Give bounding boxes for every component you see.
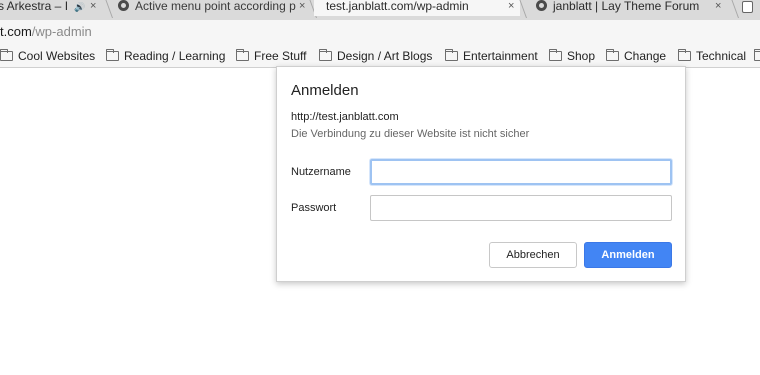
bookmark-free-stuff[interactable]: Free Stuff: [236, 49, 306, 63]
cancel-button[interactable]: Abbrechen: [489, 242, 577, 268]
bookmark-entertainment[interactable]: Entertainment: [445, 49, 538, 63]
bookmark-design-art-blogs[interactable]: Design / Art Blogs: [319, 49, 432, 63]
username-label: Nutzername: [291, 166, 351, 178]
bookmark-label: Shop: [567, 49, 596, 63]
password-label: Passwort: [291, 202, 337, 214]
tab-lay-theme-forum[interactable]: janblatt | Lay Theme Forum ×: [536, 0, 721, 16]
url-path: /wp-admin: [31, 24, 92, 39]
sign-in-button[interactable]: Anmelden: [584, 242, 672, 268]
url-text[interactable]: t.com/wp-admin: [0, 24, 92, 40]
bookmark-label: Cool Websites: [18, 49, 96, 63]
bookmark-shop[interactable]: Shop: [549, 49, 595, 63]
close-icon[interactable]: ×: [90, 0, 96, 13]
new-tab-icon[interactable]: [742, 1, 753, 13]
tab-title: test.janblatt.com/wp-admin: [326, 0, 469, 13]
tab-separator: [103, 0, 114, 18]
tab-separator: [729, 0, 740, 18]
folder-icon: [0, 49, 13, 61]
close-icon[interactable]: ×: [715, 0, 721, 13]
login-dialog: Anmelden http://test.janblatt.com Die Ve…: [276, 66, 686, 282]
folder-icon: [678, 49, 691, 61]
speaker-icon[interactable]: 🔊: [74, 2, 85, 12]
bookmark-label: Change: [624, 49, 667, 63]
tab-strip: s Arkestra – I 🔊 × Active menu point acc…: [0, 0, 760, 20]
bookmark-label: Reading / Learning: [124, 49, 226, 63]
bookmark-label: Free Stuff: [254, 49, 307, 63]
github-icon: [118, 0, 129, 11]
dialog-title: Anmelden: [291, 82, 359, 99]
tab-arkestra[interactable]: s Arkestra – I 🔊 ×: [0, 0, 96, 16]
folder-icon: [236, 49, 249, 61]
dialog-warning: Die Verbindung zu dieser Website ist nic…: [291, 128, 530, 140]
bookmark-label: Entertainment: [463, 49, 538, 63]
folder-icon: [445, 49, 458, 61]
tab-active-menu-point[interactable]: Active menu point according p ×: [118, 0, 305, 16]
username-field[interactable]: [370, 159, 672, 185]
bookmark-label: Technical: [696, 49, 747, 63]
bookmarks-bar: Cool Websites Reading / Learning Free St…: [0, 44, 760, 68]
github-icon: [536, 0, 547, 11]
address-bar[interactable]: t.com/wp-admin: [0, 20, 760, 44]
bookmark-change[interactable]: Change: [606, 49, 666, 63]
bookmark-reading-learning[interactable]: Reading / Learning: [106, 49, 225, 63]
url-host: t.com: [0, 24, 32, 39]
close-icon[interactable]: ×: [299, 0, 305, 13]
tab-title: janblatt | Lay Theme Forum: [553, 0, 700, 13]
password-field[interactable]: [370, 195, 672, 221]
tab-title: s Arkestra – I: [0, 0, 69, 13]
folder-icon: [549, 49, 562, 61]
tab-title: Active menu point according p: [135, 0, 296, 13]
folder-icon: [606, 49, 619, 61]
bookmark-technical[interactable]: Technical: [678, 49, 746, 63]
folder-icon: [319, 49, 332, 61]
bookmark-label: Design / Art Blogs: [337, 49, 433, 63]
folder-icon[interactable]: [754, 49, 760, 61]
tab-wp-admin[interactable]: test.janblatt.com/wp-admin ×: [314, 0, 520, 16]
bookmark-cool-websites[interactable]: Cool Websites: [0, 49, 95, 63]
folder-icon: [106, 49, 119, 61]
close-icon[interactable]: ×: [508, 0, 514, 13]
dialog-origin: http://test.janblatt.com: [291, 111, 399, 123]
